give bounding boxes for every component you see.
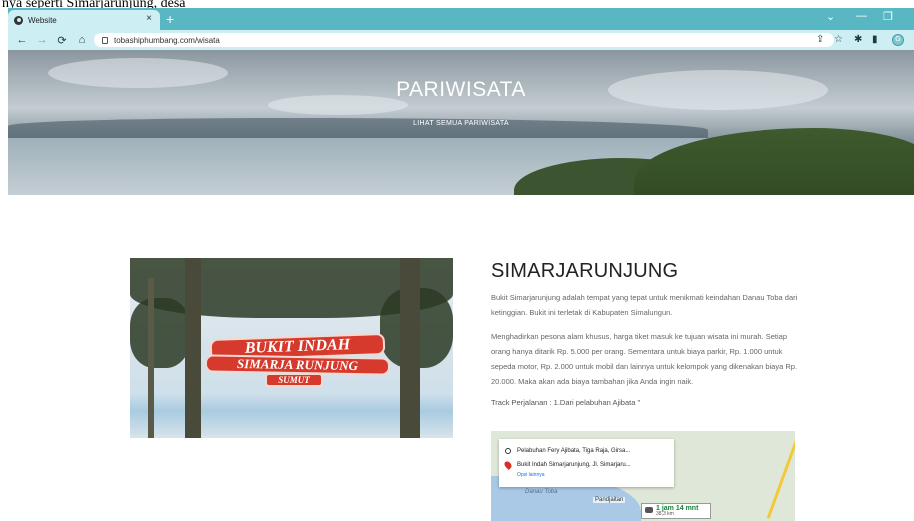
new-tab-button[interactable]: + [166, 11, 174, 27]
photo-tree-trunk [400, 258, 420, 438]
side-panel-icon[interactable]: ▮ [872, 34, 878, 45]
destination-photo: BUKIT INDAH SIMARJA RUNJUNG SUMUT [130, 258, 453, 438]
map-place-label: Pandjaitan [593, 497, 626, 503]
article-paragraph: Menghadirkan pesona alam khusus, harga t… [491, 332, 798, 386]
origin-circle-icon [505, 448, 511, 454]
directions-card: Pelabuhan Fery Ajibata, Tiga Raja, Girsa… [499, 439, 674, 487]
photo-foliage [130, 298, 190, 368]
more-options-link[interactable]: Opsi lainnya [517, 472, 668, 478]
route-map[interactable]: Pelabuhan Fery Ajibata, Tiga Raja, Girsa… [491, 431, 795, 521]
photo-tree-trunk [185, 258, 201, 438]
destination-text: Bukit Indah Simarjarunjung, Jl. Simarjar… [517, 462, 631, 468]
restore-button[interactable]: ❐ [883, 10, 893, 23]
browser-tab-bar: Website × + ⌄ — ❐ [8, 8, 914, 30]
bookmark-star-icon[interactable]: ☆ [834, 34, 843, 45]
article: SIMARJARUNJUNG Bukit Simarjarunjung adal… [491, 260, 801, 408]
track-text: Track Perjalanan : 1.Dari pelabuhan Ajib… [491, 398, 641, 407]
forward-arrow-icon[interactable]: → [36, 34, 48, 46]
article-title: SIMARJARUNJUNG [491, 260, 679, 282]
distance-text: 38,3 km [656, 511, 674, 517]
home-icon[interactable]: ⌂ [76, 34, 88, 46]
url-text: tobashiphumbang.com/wisata [114, 35, 220, 45]
website-favicon-icon [14, 15, 23, 25]
browser-toolbar: ← → ⟳ ⌂ tobashiphumbang.com/wisata ⇪ ☆ ✱… [8, 30, 914, 50]
profile-avatar[interactable]: G [892, 34, 904, 46]
extensions-puzzle-icon[interactable]: ✱ [854, 34, 862, 45]
share-icon[interactable]: ⇪ [816, 34, 824, 45]
back-arrow-icon[interactable]: ← [16, 34, 28, 46]
browser-tab[interactable]: Website × [8, 10, 160, 30]
map-lake-label: Danau Toba [525, 489, 558, 495]
hero-title: PARIWISATA [396, 78, 526, 101]
lock-icon [102, 36, 108, 44]
origin-row[interactable]: Pelabuhan Fery Ajibata, Tiga Raja, Girsa… [505, 444, 668, 458]
see-all-tourism-link[interactable]: LIHAT SEMUA PARIWISATA [8, 120, 914, 127]
travel-duration-badge[interactable]: 1 jam 14 mnt 38,3 km [641, 503, 711, 519]
hero-banner: PARIWISATA LIHAT SEMUA PARIWISATA [8, 50, 914, 195]
origin-text: Pelabuhan Fery Ajibata, Tiga Raja, Girsa… [517, 448, 631, 454]
address-bar[interactable]: tobashiphumbang.com/wisata [94, 33, 834, 47]
car-icon [645, 507, 653, 513]
minimize-button[interactable]: — [856, 10, 867, 22]
tab-title: Website [28, 15, 57, 25]
destination-row[interactable]: Bukit Indah Simarjarunjung, Jl. Simarjar… [503, 458, 668, 472]
photo-tree-trunk [148, 278, 154, 438]
article-paragraph: Bukit Simarjarunjung adalah tempat yang … [491, 293, 798, 317]
destination-pin-icon [503, 460, 513, 470]
tab-search-chevron-icon[interactable]: ⌄ [826, 10, 835, 23]
sign-line-3: SUMUT [265, 373, 323, 387]
reload-icon[interactable]: ⟳ [56, 34, 68, 47]
tab-close-icon[interactable]: × [146, 13, 152, 24]
map-road [766, 433, 795, 519]
